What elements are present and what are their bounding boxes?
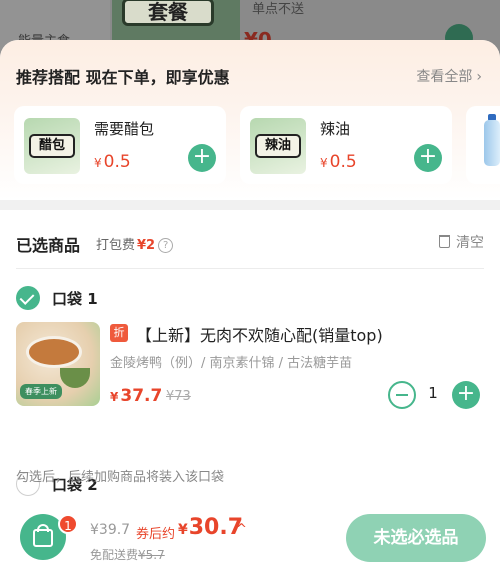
background-image-label: 套餐 [122,0,214,26]
recommend-price: ¥0.5 [320,152,357,172]
increase-button[interactable]: + [452,381,480,409]
bag-icon [33,529,53,547]
selected-section: 已选商品 打包费 ¥2? 清空 口袋 1 春季上新 折 【上新】无肉不欢随心配(销… [0,210,500,506]
product-image-badge: 春季上新 [20,384,62,399]
add-button[interactable]: + [188,144,216,172]
view-all-link[interactable]: 查看全部 › [416,66,482,86]
product-image: 春季上新 [16,322,100,406]
recommend-thumb-label: 醋包 [29,134,75,158]
bottle-icon [484,120,500,166]
selected-title: 已选商品 [16,236,81,255]
cart-sheet: 推荐搭配 现在下单，即享优惠 查看全部 › 醋包 需要醋包 ¥0.5 + 辣油 辣… [0,40,500,568]
trash-icon [439,235,450,248]
checkbox-checked[interactable] [16,286,40,310]
after-coupon-label: 券后约 [136,527,176,542]
recommend-thumb: 辣油 [250,118,306,174]
recommend-name: 需要醋包 [94,120,155,138]
view-all-label: 查看全部 [416,69,473,85]
chevron-up-icon[interactable]: ^ [236,522,247,537]
decrease-button[interactable] [388,381,416,409]
recommend-thumb-label: 辣油 [255,134,301,158]
product-price: ¥37.7 [110,386,163,406]
divider [16,268,484,269]
quantity-value: 1 [428,384,438,402]
question-icon[interactable]: ? [158,238,174,253]
final-total: ¥30.7 [178,515,244,540]
duck-plate [26,336,82,368]
soup-bowl [60,368,90,388]
cart-count-badge: 1 [58,514,78,534]
recommend-price: ¥0.5 [94,152,131,172]
checkout-button[interactable]: 未选必选品 [346,514,486,562]
section-divider [0,200,500,210]
chevron-right-icon: › [476,69,482,85]
add-button[interactable]: + [414,144,442,172]
recommend-card[interactable]: 醋包 需要醋包 ¥0.5 + [14,106,226,184]
product-original-price: ¥73 [166,389,191,404]
recommend-section: 推荐搭配 现在下单，即享优惠 查看全部 › 醋包 需要醋包 ¥0.5 + 辣油 辣… [0,40,500,200]
clear-button[interactable]: 清空 [439,232,484,252]
original-total: ¥39.7 [90,522,131,538]
discount-tag: 折 [110,324,128,342]
recommend-card-partial[interactable] [466,106,500,184]
product-name: 【上新】无肉不欢随心配(销量top) [136,326,383,345]
recommend-thumb: 醋包 [24,118,80,174]
recommend-title: 推荐搭配 现在下单，即享优惠 [16,68,230,87]
recommend-name: 辣油 [320,120,351,138]
checkout-bar: 1 ¥39.7 券后约 ¥30.7 ^ 免配送费¥5.7 未选必选品 [0,506,500,568]
bag-hint: 勾选后，后续加购商品将装入该口袋 [16,470,225,485]
packing-fee: 打包费 ¥2? [96,234,174,253]
shipping-fee: 免配送费¥5.7 [90,548,165,562]
recommend-card[interactable]: 辣油 辣油 ¥0.5 + [240,106,452,184]
background-hint: 单点不送 [252,2,305,17]
product-description: 金陵烤鸭（例）/ 南京素什锦 / 古法糖芋苗 [110,356,353,371]
bag-1-label: 口袋 1 [52,290,98,308]
